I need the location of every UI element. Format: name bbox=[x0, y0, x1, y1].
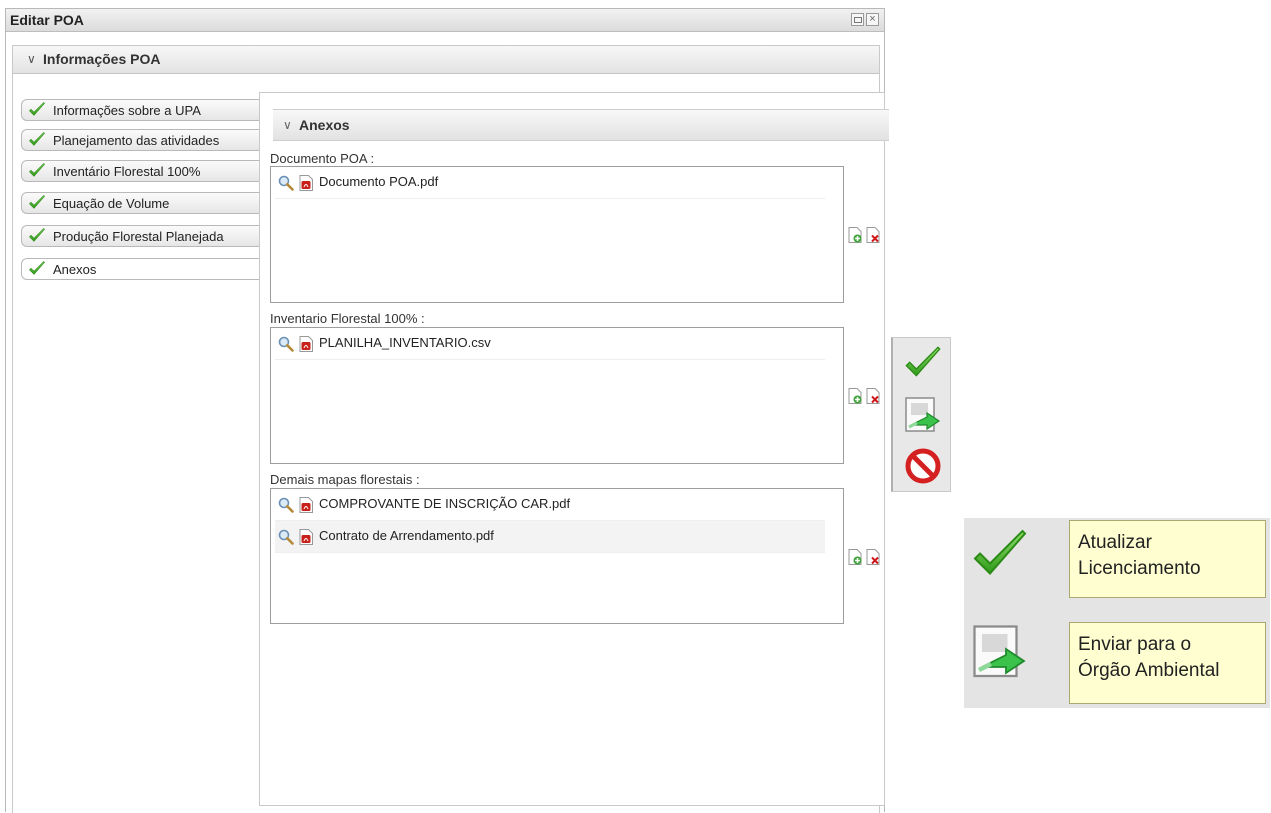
add-file-icon[interactable] bbox=[848, 549, 862, 565]
chevron-down-icon[interactable]: ∨ bbox=[283, 118, 292, 132]
delete-file-icon[interactable] bbox=[866, 549, 880, 565]
send-document-icon bbox=[970, 622, 1030, 682]
list-item: Documento POA.pdf bbox=[275, 167, 825, 199]
check-icon bbox=[28, 260, 46, 278]
toolbar-legend: Atualizar Licenciamento Enviar para o Ór… bbox=[964, 518, 1270, 708]
tooltip-text: Enviar para o Órgão Ambiental bbox=[1078, 632, 1220, 684]
nav-item-label: Informações sobre a UPA bbox=[53, 103, 201, 118]
pdf-file-icon bbox=[299, 336, 313, 352]
add-file-icon[interactable] bbox=[848, 227, 862, 243]
list-item: PLANILHA_INVENTARIO.csv bbox=[275, 328, 825, 360]
send-to-agency-tooltip: Enviar para o Órgão Ambiental bbox=[1069, 622, 1266, 704]
edit-poa-window: Editar POA × ∨ Informações POA Informaçõ… bbox=[5, 8, 889, 813]
check-icon bbox=[28, 131, 46, 149]
pdf-file-icon bbox=[299, 529, 313, 545]
demais-mapas-label: Demais mapas florestais : bbox=[270, 472, 420, 487]
check-icon bbox=[28, 101, 46, 119]
cancel-button[interactable] bbox=[903, 446, 943, 486]
file-name[interactable]: COMPROVANTE DE INSCRIÇÃO CAR.pdf bbox=[319, 496, 570, 511]
nav-item-producao-florestal[interactable]: Produção Florestal Planejada bbox=[21, 225, 261, 247]
tooltip-line: Licenciamento bbox=[1078, 558, 1201, 579]
list-item: Contrato de Arrendamento.pdf bbox=[275, 521, 825, 553]
tooltip-line: Atualizar bbox=[1078, 532, 1152, 553]
pdf-file-icon bbox=[299, 175, 313, 191]
check-icon bbox=[28, 162, 46, 180]
magnifier-icon[interactable] bbox=[278, 529, 294, 545]
anexos-header[interactable]: ∨ Anexos bbox=[273, 109, 889, 141]
section-title: Informações POA bbox=[43, 51, 161, 67]
anexos-title: Anexos bbox=[299, 117, 350, 133]
demais-mapas-actions bbox=[848, 549, 882, 567]
check-icon bbox=[970, 526, 1030, 586]
tooltip-line: Órgão Ambiental bbox=[1078, 660, 1220, 681]
nav-item-label: Anexos bbox=[53, 262, 97, 277]
tooltip-text: Atualizar Licenciamento bbox=[1078, 530, 1201, 582]
nav-item-informacoes-upa[interactable]: Informações sobre a UPA bbox=[21, 99, 261, 121]
magnifier-icon[interactable] bbox=[278, 497, 294, 513]
update-licensing-tooltip: Atualizar Licenciamento bbox=[1069, 520, 1266, 598]
action-toolbar bbox=[891, 337, 951, 492]
list-item: COMPROVANTE DE INSCRIÇÃO CAR.pdf bbox=[275, 489, 825, 521]
informacoes-poa-section: ∨ Informações POA Informações sobre a UP… bbox=[12, 45, 889, 813]
check-icon bbox=[28, 194, 46, 212]
nav-item-inventario[interactable]: Inventário Florestal 100% bbox=[21, 160, 261, 182]
window-titlebar: Editar POA × bbox=[6, 9, 884, 32]
documento-poa-label: Documento POA : bbox=[270, 151, 375, 166]
inventario-florestal-actions bbox=[848, 388, 882, 406]
magnifier-icon[interactable] bbox=[278, 175, 294, 191]
documento-poa-filebox: Documento POA.pdf bbox=[270, 166, 844, 303]
demais-mapas-filebox: COMPROVANTE DE INSCRIÇÃO CAR.pdf Contrat… bbox=[270, 488, 844, 624]
nav-item-anexos[interactable]: Anexos bbox=[21, 258, 261, 280]
maximize-icon[interactable] bbox=[851, 13, 864, 26]
pdf-file-icon bbox=[299, 497, 313, 513]
tooltip-line: Enviar para o bbox=[1078, 634, 1192, 655]
nav-item-label: Planejamento das atividades bbox=[53, 133, 220, 148]
close-icon[interactable]: × bbox=[866, 13, 879, 26]
file-name[interactable]: PLANILHA_INVENTARIO.csv bbox=[319, 335, 491, 350]
window-title: Editar POA bbox=[10, 12, 84, 28]
file-name[interactable]: Contrato de Arrendamento.pdf bbox=[319, 528, 494, 543]
nav-item-label: Inventário Florestal 100% bbox=[53, 164, 201, 179]
update-licensing-button[interactable] bbox=[903, 344, 943, 384]
anexos-panel: ∨ Anexos Documento POA : Documento POA.p… bbox=[259, 92, 889, 806]
nav-item-planejamento[interactable]: Planejamento das atividades bbox=[21, 129, 261, 151]
delete-file-icon[interactable] bbox=[866, 227, 880, 243]
delete-file-icon[interactable] bbox=[866, 388, 880, 404]
file-name[interactable]: Documento POA.pdf bbox=[319, 174, 438, 189]
check-icon bbox=[28, 227, 46, 245]
magnifier-icon[interactable] bbox=[278, 336, 294, 352]
section-header[interactable]: ∨ Informações POA bbox=[13, 46, 879, 74]
documento-poa-actions bbox=[848, 227, 882, 245]
inventario-florestal-filebox: PLANILHA_INVENTARIO.csv bbox=[270, 327, 844, 464]
nav-item-label: Produção Florestal Planejada bbox=[53, 229, 224, 244]
chevron-down-icon[interactable]: ∨ bbox=[27, 52, 36, 66]
nav-item-equacao-volume[interactable]: Equação de Volume bbox=[21, 192, 261, 214]
send-to-agency-button[interactable] bbox=[903, 395, 943, 435]
nav-item-label: Equação de Volume bbox=[53, 196, 170, 211]
add-file-icon[interactable] bbox=[848, 388, 862, 404]
inventario-florestal-label: Inventario Florestal 100% : bbox=[270, 311, 425, 326]
